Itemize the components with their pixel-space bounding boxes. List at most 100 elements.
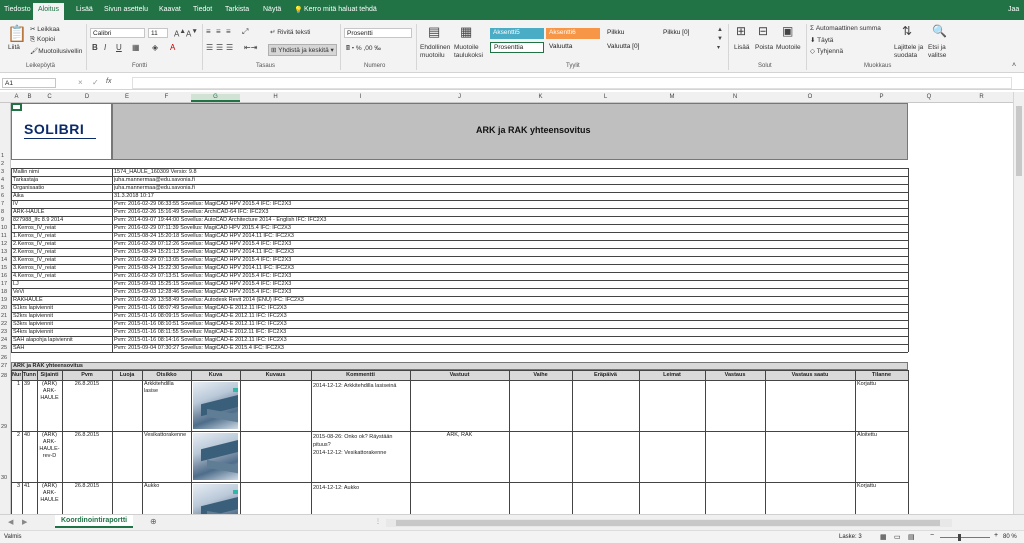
info-label[interactable]: 4.Kerros_IV_reiat [13,272,111,280]
info-label[interactable]: 3.Kerros_IV_reiat [13,256,111,264]
table-header[interactable]: Leimat [640,372,704,378]
issue-screenshot[interactable] [193,382,238,429]
issue-resp[interactable]: ARK, RAK [412,432,507,439]
row-header-20[interactable]: 20 [1,305,7,311]
info-label[interactable]: S2krs lapiviennit [13,312,111,320]
row-header-4[interactable]: 4 [1,177,4,183]
column-header-H[interactable]: H [240,94,311,100]
zoom-in-icon[interactable]: + [994,532,998,539]
row-header-24[interactable]: 24 [1,337,7,343]
info-label[interactable]: RAKHAULE [13,296,111,304]
info-label[interactable]: SAH [13,344,111,352]
wrap-text-button[interactable]: ↵ Rivitä teksti [270,28,311,36]
sort-filter-icon[interactable]: ⇅ [902,24,912,38]
info-label[interactable]: 827988_Ifc 8.9 2014 [13,216,111,224]
issue-date[interactable]: 26.8.2015 [64,381,110,388]
fill-button[interactable]: ⬇ Täytä [810,36,833,44]
column-header-N[interactable]: N [705,94,765,100]
name-box[interactable]: A1 [2,78,56,88]
row-header-10[interactable]: 10 [1,225,7,231]
issue-num[interactable]: 1 [13,381,20,388]
info-label[interactable]: 2.Kerros_IV_reiat [13,248,111,256]
orientation-icon[interactable]: ⤢ [242,27,248,37]
find-select-button[interactable]: Etsi ja valitse [928,44,952,60]
info-label[interactable]: Organisaatio [13,184,111,192]
table-header[interactable]: Tilanne [856,372,907,378]
tab-data[interactable]: Tiedot [193,6,212,13]
paste-icon[interactable]: 📋 [7,24,27,44]
issue-title[interactable]: Vesikattorakenne [144,432,189,439]
issue-status[interactable]: Aloitettu [857,432,906,439]
issue-id[interactable]: 39 [24,381,35,388]
row-header-9[interactable]: 9 [1,217,4,223]
table-header[interactable]: Vastaus [706,372,764,378]
row-header-28[interactable]: 28 [1,373,7,379]
row-header-2[interactable]: 2 [1,161,4,167]
info-label[interactable]: ARK-HAULE [13,208,111,216]
info-label[interactable]: S1krs lapiviennit [13,304,111,312]
info-value[interactable]: Pvm: 2015-01-16 08:07:49 Sovellus: MagiC… [114,304,907,312]
info-value[interactable]: Pvm: 2015-09-03 15:25:15 Sovellus: MagiC… [114,280,907,288]
font-color-icon[interactable]: A [170,43,175,52]
prev-sheet-icon[interactable]: ◀ [8,518,13,526]
info-value[interactable]: Pvm: 2016-02-29 07:11:39 Sovellus: MagiC… [114,224,907,232]
issue-status[interactable]: Korjattu [857,483,906,490]
share-button[interactable]: Jaa [1008,6,1019,13]
issue-loc[interactable]: (ARK) ARK-HAULE-rev-D [39,432,60,460]
conditional-format-button[interactable]: Ehdollinen muotoilu [420,44,452,60]
format-cells-icon[interactable]: ▣ [782,24,793,38]
issue-loc[interactable]: (ARK) ARK-HAULE [39,381,60,402]
styles-gallery-scroll[interactable]: ▲ ▼ ▾ [717,26,723,53]
add-sheet-icon[interactable]: ⊕ [150,517,157,526]
enter-icon[interactable]: ✓ [92,78,99,87]
info-value[interactable]: juha.mannermaa@edu.savonia.fi [114,184,907,192]
format-table-button[interactable]: Muotoile taulukoksi [454,44,488,60]
info-value[interactable]: Pvm: 2016-02-26 13:58:49 Sovellus: Autod… [114,296,907,304]
table-header[interactable]: Vastaus saatu [766,372,854,378]
align-left-icon[interactable]: ☰ [206,43,213,52]
delete-cells-button[interactable]: Poista [755,44,773,51]
issue-date[interactable]: 26.8.2015 [64,432,110,439]
column-header-I[interactable]: I [311,94,410,100]
selected-cell[interactable] [11,103,22,111]
font-size-select[interactable]: 11 [148,28,168,38]
style-comma0[interactable]: Pilkku [0] [660,28,716,39]
issue-num[interactable]: 3 [13,483,20,490]
row-header-22[interactable]: 22 [1,321,7,327]
info-value[interactable]: Pvm: 2015-01-16 08:10:51 Sovellus: MagiC… [114,320,907,328]
vertical-scrollbar[interactable] [1013,92,1024,514]
table-header[interactable]: Sijainti [38,372,61,378]
table-header[interactable]: Kuva [192,372,239,378]
page-layout-view-icon[interactable]: ▭ [894,533,901,541]
column-header-F[interactable]: F [142,94,191,100]
tab-formulas[interactable]: Kaavat [159,6,181,13]
bold-icon[interactable]: B [92,43,98,52]
table-header[interactable]: Otsikko [143,372,190,378]
row-header-14[interactable]: 14 [1,257,7,263]
cut-button[interactable]: ✂ Leikkaa [30,25,60,33]
formula-input[interactable] [132,77,1012,89]
issue-id[interactable]: 40 [24,432,35,439]
table-header[interactable]: Tunnus [23,372,36,378]
row-header-6[interactable]: 6 [1,193,4,199]
row-header-17[interactable]: 17 [1,281,7,287]
table-header[interactable]: Kommentti [312,372,409,378]
info-label[interactable]: LJ [13,280,111,288]
column-header-D[interactable]: D [62,94,112,100]
decrease-font-icon[interactable]: A▼ [186,28,198,39]
next-sheet-icon[interactable]: ▶ [22,518,27,526]
delete-cells-icon[interactable]: ⊟ [758,24,768,38]
info-label[interactable]: SAH alapohja lapiviennit [13,336,111,344]
info-value[interactable]: Pvm: 2016-02-29 07:13:51 Sovellus: MagiC… [114,272,907,280]
info-value[interactable]: Pvm: 2014-09-07 19:44:00 Sovellus: AutoC… [114,216,907,224]
column-header-R[interactable]: R [950,94,1013,100]
info-value[interactable]: Pvm: 2015-08-24 15:22:30 Sovellus: MagiC… [114,264,907,272]
issue-screenshot[interactable] [193,484,238,514]
column-header-M[interactable]: M [639,94,705,100]
info-label[interactable]: IV [13,200,111,208]
info-value[interactable]: Pvm: 2016-02-29 06:33:55 Sovellus: MagiC… [114,200,907,208]
insert-function-icon[interactable]: fx [106,78,111,85]
table-header[interactable]: Vastuut [411,372,508,378]
info-value[interactable]: juha.mannermaa@edu.savonia.fi [114,176,907,184]
font-name-select[interactable]: Calibri [90,28,145,38]
